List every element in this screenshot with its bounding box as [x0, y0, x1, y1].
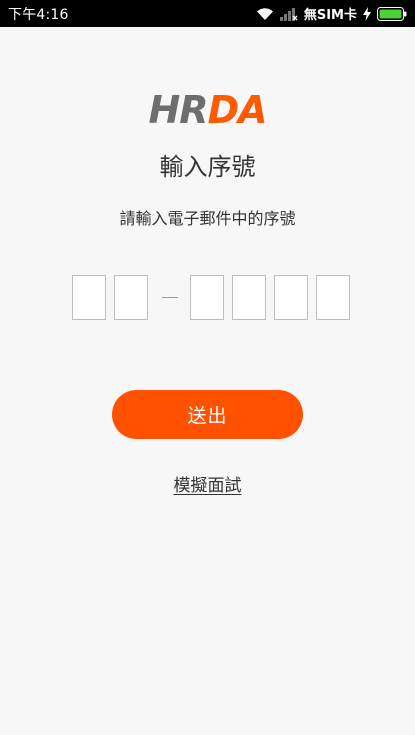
status-icons: 無SIM卡: [256, 4, 407, 23]
serial-digit-3[interactable]: [190, 275, 224, 320]
status-time: 下午4:16: [8, 6, 69, 23]
page-subtitle: 請輸入電子郵件中的序號: [119, 209, 296, 228]
serial-digit-6[interactable]: [316, 275, 350, 320]
main-content: HRDA 輸入序號 請輸入電子郵件中的序號 送出 模擬面試: [0, 27, 415, 735]
serial-digit-5[interactable]: [274, 275, 308, 320]
serial-digit-1[interactable]: [72, 275, 106, 320]
wifi-icon: [256, 7, 274, 21]
battery-icon: [377, 6, 407, 21]
signal-icon: [279, 7, 298, 21]
status-bar: 下午4:16 無SIM卡: [0, 0, 415, 27]
logo-part-hr: HR: [148, 88, 208, 132]
page-title: 輸入序號: [159, 153, 256, 181]
serial-digit-4[interactable]: [232, 275, 266, 320]
submit-button[interactable]: 送出: [112, 390, 303, 439]
carrier-label: 無SIM卡: [303, 8, 357, 23]
mock-interview-link[interactable]: 模擬面試: [0, 474, 415, 498]
logo-part-da: DA: [207, 88, 268, 132]
charging-icon: [363, 6, 371, 21]
hrda-logo: HRDA: [0, 90, 415, 130]
serial-digit-2[interactable]: [114, 275, 148, 320]
serial-separator: [162, 297, 178, 298]
